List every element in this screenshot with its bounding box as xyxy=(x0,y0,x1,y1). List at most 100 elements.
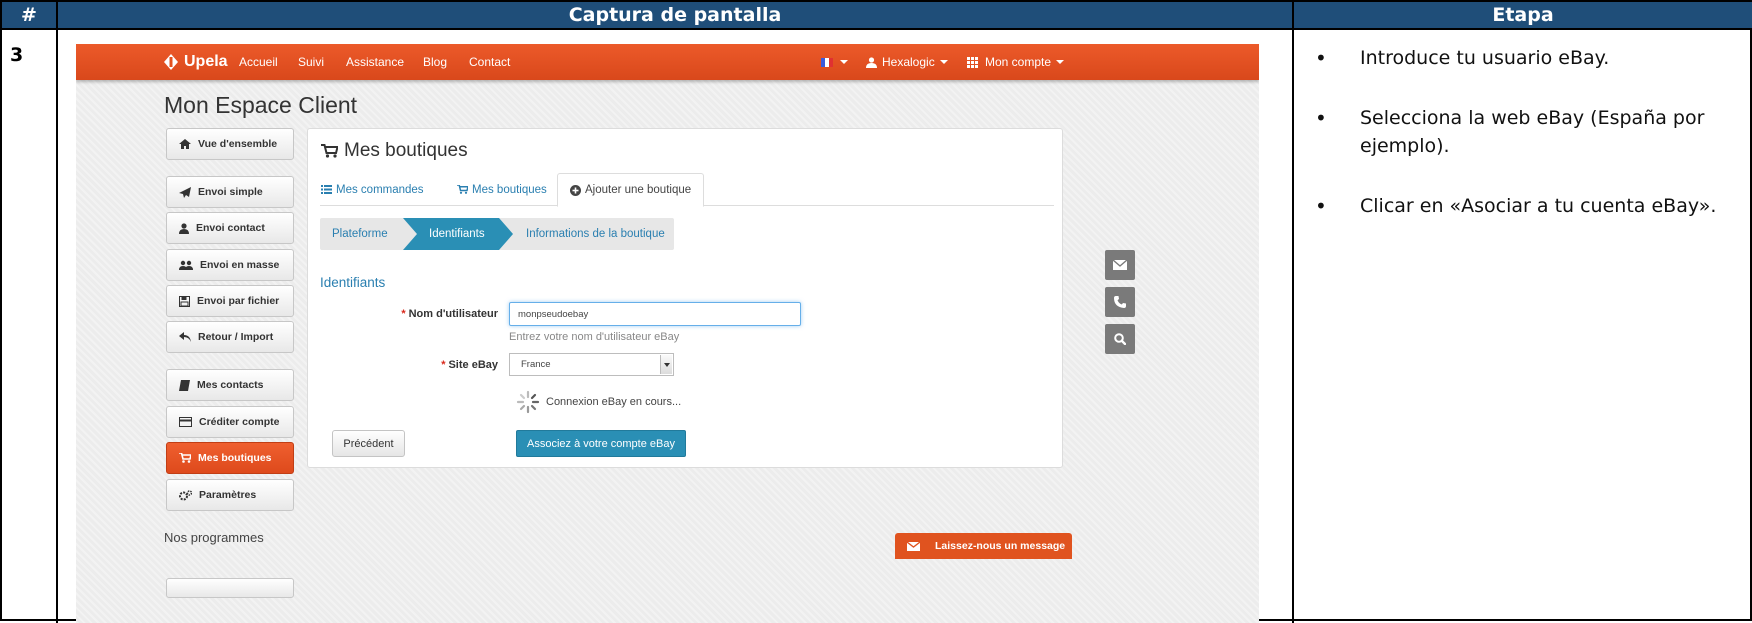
brand-logo[interactable]: Upela xyxy=(164,44,228,80)
users-icon xyxy=(179,260,193,270)
upela-logo-icon xyxy=(164,54,178,70)
step-item: Clicar en «Asociar a tu cuenta eBay». xyxy=(1312,192,1734,220)
user-name: Hexalogic xyxy=(882,55,935,69)
screenshot: Upela Accueil Suivi Assistance Blog Cont… xyxy=(76,44,1259,623)
sidebar-item-label: Mes boutiques xyxy=(198,452,272,464)
email-float-button[interactable] xyxy=(1105,250,1135,280)
site-select-value: France xyxy=(521,359,551,370)
step-item: Introduce tu usuario eBay. xyxy=(1312,44,1734,72)
tab-mes-commandes[interactable]: Mes commandes xyxy=(321,173,424,206)
grid-icon xyxy=(967,56,978,68)
site-select[interactable]: France xyxy=(509,353,674,376)
user-icon xyxy=(179,222,189,234)
nav-link-assistance[interactable]: Assistance xyxy=(346,44,404,80)
sidebar-item-label: Créditer compte xyxy=(199,416,280,428)
step-list: Introduce tu usuario eBay. Selecciona la… xyxy=(1312,44,1734,220)
search-float-button[interactable] xyxy=(1105,324,1135,354)
boutiques-panel: Mes boutiques Mes commandes Mes boutique… xyxy=(307,128,1063,468)
site-label: * Site eBay xyxy=(441,359,498,371)
capture-cell: Upela Accueil Suivi Assistance Blog Cont… xyxy=(58,30,1294,623)
document-table: # Captura de pantalla Etapa 3 Introduce … xyxy=(0,0,1752,623)
username-label: * Nom d'utilisateur xyxy=(401,308,498,320)
account-dropdown[interactable]: Mon compte xyxy=(967,44,1065,80)
header-capture: Captura de pantalla xyxy=(58,2,1294,30)
sidebar-item-label: Retour / Import xyxy=(198,331,274,343)
sidebar-item-parametres[interactable]: Paramètres xyxy=(166,479,294,511)
home-icon xyxy=(179,139,191,149)
loading-status: Connexion eBay en cours... xyxy=(516,390,681,414)
send-icon xyxy=(179,186,191,198)
required-mark: * xyxy=(441,359,446,371)
sidebar-item-envoi-contact[interactable]: Envoi contact xyxy=(166,212,294,244)
sidebar-item-retour-import[interactable]: Retour / Import xyxy=(166,321,294,353)
sidebar-item-crediter-compte[interactable]: Créditer compte xyxy=(166,406,294,438)
tab-ajouter-boutique[interactable]: Ajouter une boutique xyxy=(557,173,705,207)
sidebar-item-mes-contacts[interactable]: Mes contacts xyxy=(166,369,294,401)
sidebar-item-envoi-par-fichier[interactable]: Envoi par fichier xyxy=(166,285,294,317)
associate-ebay-button[interactable]: Associez à votre compte eBay xyxy=(516,430,686,457)
sidebar-item-label: Vue d'ensemble xyxy=(198,138,278,150)
phone-float-button[interactable] xyxy=(1105,287,1135,317)
sidebar-item-mes-boutiques[interactable]: Mes boutiques xyxy=(166,442,294,474)
step-item: Selecciona la web eBay (España por ejemp… xyxy=(1312,104,1734,160)
nav-link-blog[interactable]: Blog xyxy=(423,44,447,80)
panel-title: Mes boutiques xyxy=(321,140,468,162)
sidebar-item-label: Envoi en masse xyxy=(200,259,280,271)
loading-text: Connexion eBay en cours... xyxy=(546,396,682,408)
brand-name: Upela xyxy=(184,53,228,70)
chevron-down-icon xyxy=(1056,60,1065,64)
envelope-icon xyxy=(1113,260,1127,270)
tab-label: Ajouter une boutique xyxy=(585,184,692,196)
sidebar-item-program[interactable] xyxy=(166,578,294,598)
form-heading: Identifiants xyxy=(320,275,386,290)
flag-icon xyxy=(821,57,833,67)
sidebar-item-label: Mes contacts xyxy=(197,379,264,391)
leave-message-text: Laissez-nous un message xyxy=(935,540,1066,552)
cart-icon xyxy=(321,144,338,158)
reply-icon xyxy=(179,332,191,342)
wizard-step-plateforme[interactable]: Plateforme xyxy=(332,218,388,250)
cart-icon xyxy=(179,453,191,463)
file-icon xyxy=(179,295,190,307)
wizard-step-identifiants[interactable]: Identifiants xyxy=(429,218,485,250)
user-dropdown[interactable]: Hexalogic xyxy=(866,44,948,80)
username-input[interactable]: monpseudoebay xyxy=(509,302,801,326)
header-number: # xyxy=(2,2,58,30)
page-title: Mon Espace Client xyxy=(164,92,358,118)
tab-bar: Mes commandes Mes boutiques Ajouter une … xyxy=(320,173,1054,207)
sidebar-item-envoi-en-masse[interactable]: Envoi en masse xyxy=(166,249,294,281)
nav-link-accueil[interactable]: Accueil xyxy=(239,44,278,80)
search-icon xyxy=(1114,333,1126,345)
wizard-step-informations[interactable]: Informations de la boutique xyxy=(526,218,665,250)
username-help-text: Entrez votre nom d'utilisateur eBay xyxy=(509,331,680,343)
sidebar-item-label: Envoi contact xyxy=(196,222,265,234)
header-step: Etapa xyxy=(1294,2,1752,30)
plus-circle-icon xyxy=(570,184,581,196)
chevron-down-icon xyxy=(939,60,948,64)
top-navbar: Upela Accueil Suivi Assistance Blog Cont… xyxy=(76,44,1259,80)
gears-icon xyxy=(179,489,192,500)
sidebar-item-label: Paramètres xyxy=(199,489,257,501)
tab-label: Mes commandes xyxy=(336,183,424,196)
nav-link-contact[interactable]: Contact xyxy=(469,44,510,80)
previous-button[interactable]: Précédent xyxy=(332,430,405,457)
required-mark: * xyxy=(401,308,406,320)
chevron-down-icon xyxy=(840,60,848,64)
step-cell: Introduce tu usuario eBay. Selecciona la… xyxy=(1294,30,1752,623)
tab-mes-boutiques[interactable]: Mes boutiques xyxy=(457,173,547,206)
list-icon xyxy=(321,185,332,194)
leave-message-bar[interactable]: Laissez-nous un message xyxy=(895,533,1072,559)
sidebar-item-envoi-simple[interactable]: Envoi simple xyxy=(166,176,294,208)
programs-label: Nos programmes xyxy=(164,530,264,545)
sidebar-item-label: Envoi par fichier xyxy=(197,295,280,307)
spinner-icon xyxy=(516,390,540,414)
tab-label: Mes boutiques xyxy=(472,183,547,196)
cart-icon xyxy=(457,185,468,194)
sidebar-item-overview[interactable]: Vue d'ensemble xyxy=(166,128,294,160)
phone-icon xyxy=(1114,296,1126,308)
language-dropdown[interactable] xyxy=(821,44,848,80)
panel-title-text: Mes boutiques xyxy=(344,140,468,161)
row-number: 3 xyxy=(2,30,58,623)
nav-link-suivi[interactable]: Suivi xyxy=(298,44,324,80)
account-label: Mon compte xyxy=(985,55,1052,69)
